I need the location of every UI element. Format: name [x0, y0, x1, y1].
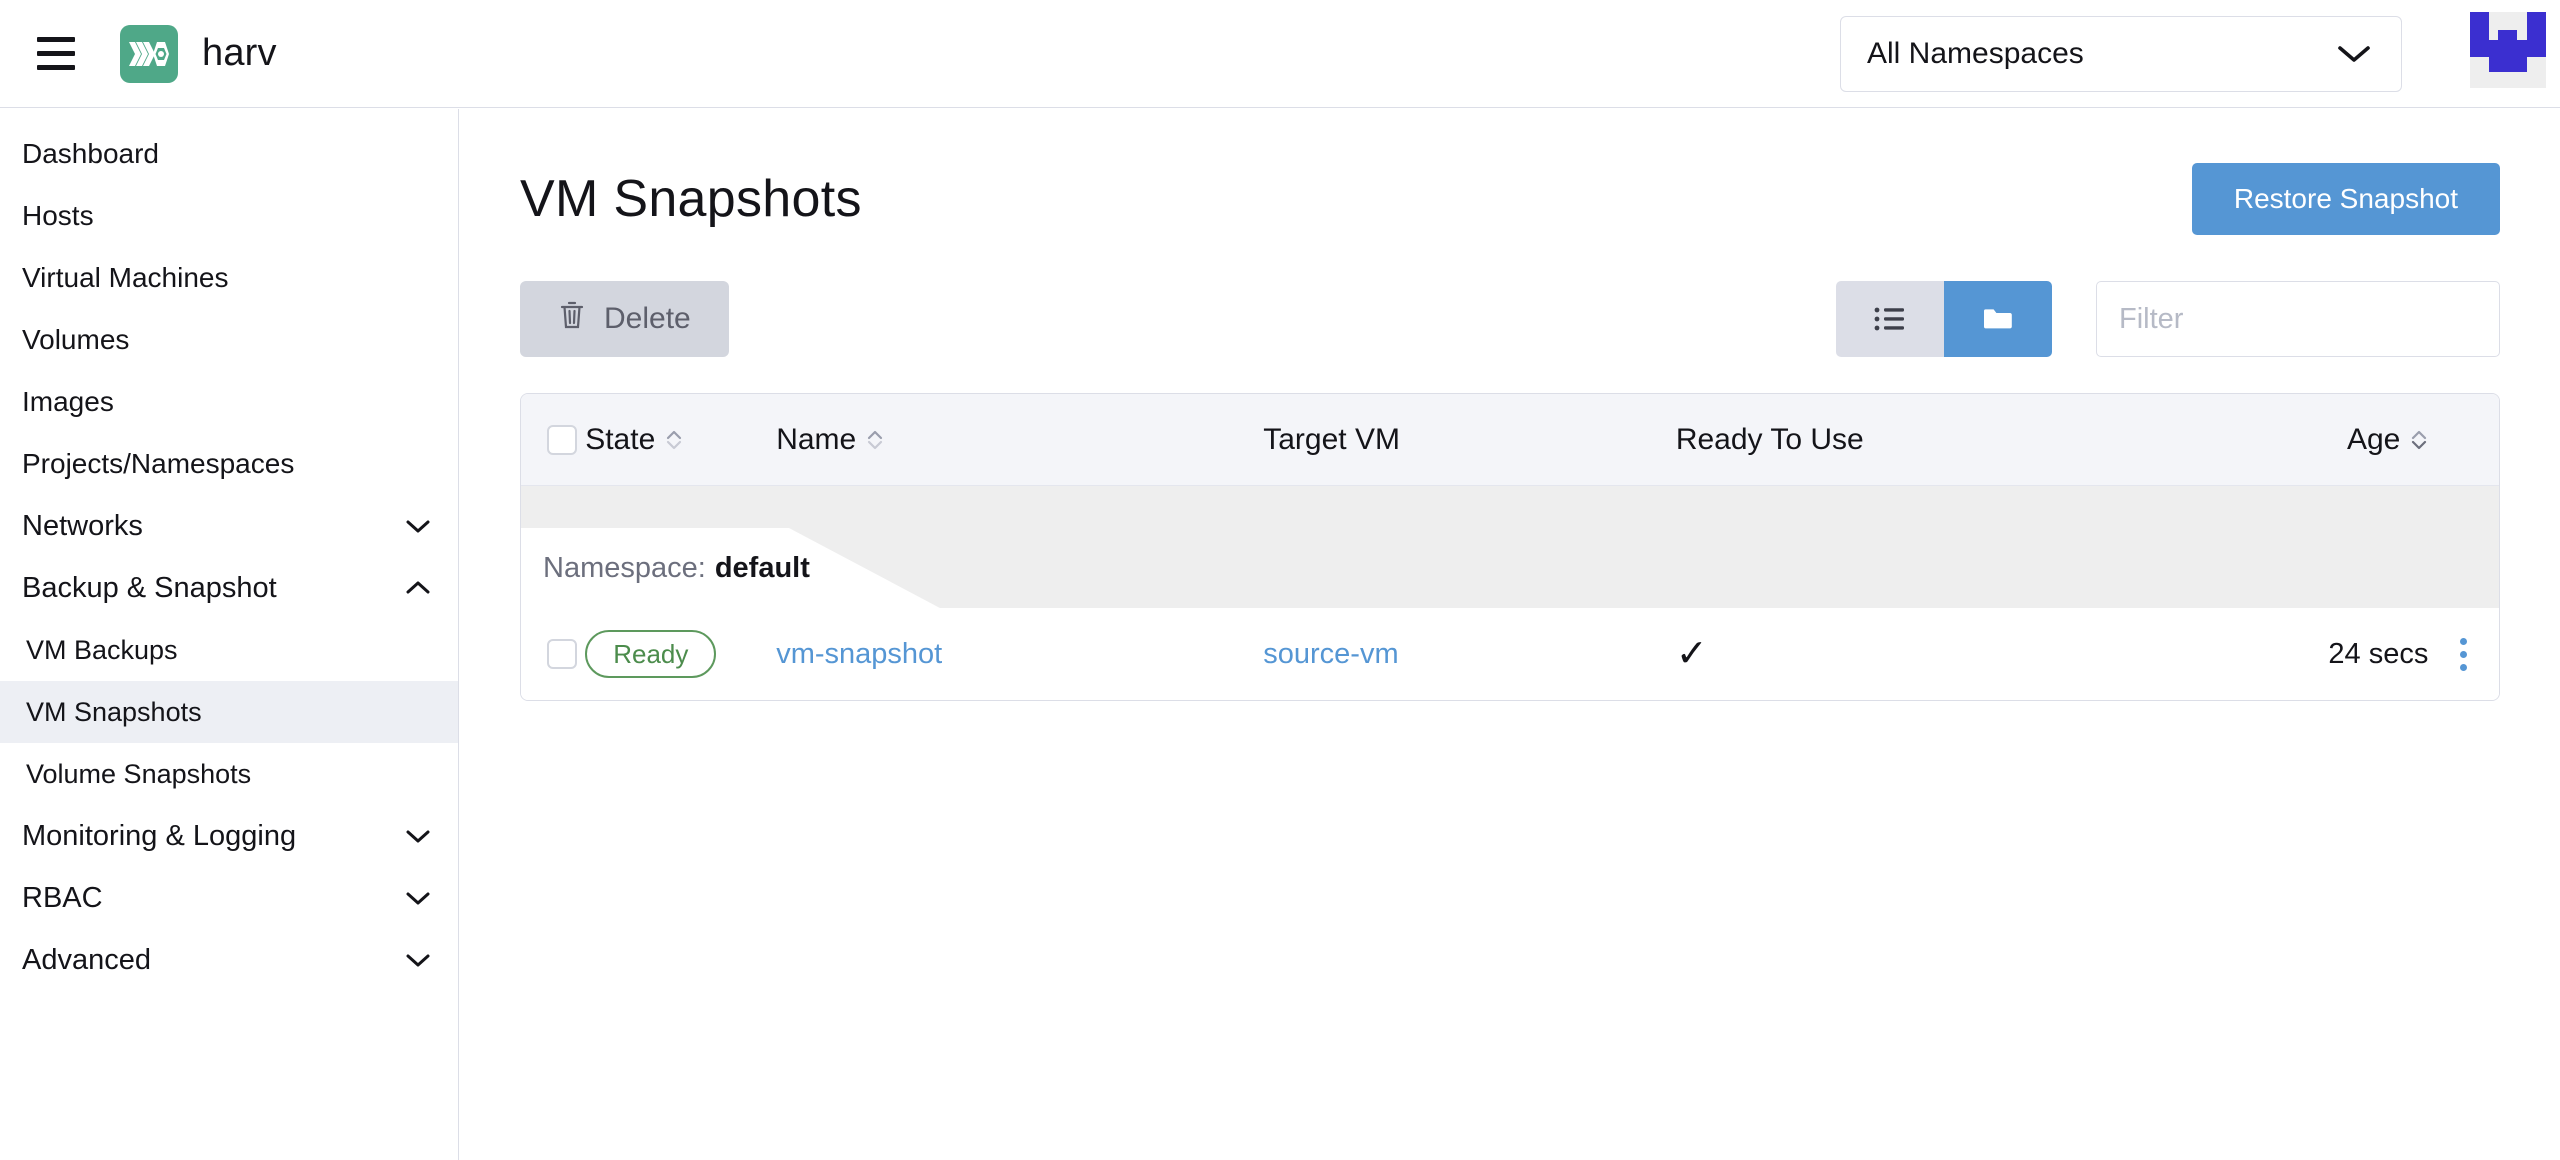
sidebar-item-hosts[interactable]: Hosts	[0, 185, 458, 247]
trash-icon	[558, 300, 586, 338]
select-all-checkbox[interactable]	[547, 425, 577, 455]
top-header: harv All Namespaces	[0, 0, 2560, 108]
sidebar-item-label: Backup & Snapshot	[22, 572, 404, 605]
chevron-down-icon	[404, 890, 432, 906]
page-header: VM Snapshots Restore Snapshot	[520, 159, 2500, 239]
namespace-group-label: Namespace:	[543, 552, 706, 585]
sidebar-item-projects-namespaces[interactable]: Projects/Namespaces	[0, 433, 458, 495]
sidebar-item-label: Advanced	[22, 944, 404, 977]
hamburger-bar	[37, 65, 75, 70]
list-view-icon[interactable]	[1836, 281, 1944, 357]
chevron-down-icon	[2337, 44, 2371, 64]
sort-icon	[2410, 429, 2428, 451]
sidebar-group-monitoring-logging[interactable]: Monitoring & Logging	[0, 805, 458, 867]
snapshots-table: State Name Target VM	[520, 393, 2500, 701]
sidebar-item-label: VM Snapshots	[26, 697, 432, 728]
sidebar-item-label: Images	[22, 386, 432, 418]
sidebar-group-backup-snapshot[interactable]: Backup & Snapshot	[0, 557, 458, 619]
sidebar-item-label: RBAC	[22, 882, 404, 915]
hamburger-bar	[37, 51, 75, 56]
namespace-group-tab: Namespace: default	[521, 528, 940, 608]
column-header-age[interactable]: Age	[2268, 423, 2428, 457]
filter-input[interactable]	[2096, 281, 2500, 357]
column-header-target-vm: Target VM	[1263, 423, 1676, 457]
sidebar-item-label: Networks	[22, 510, 404, 543]
sidebar-group-rbac[interactable]: RBAC	[0, 867, 458, 929]
column-header-label: Age	[2347, 423, 2400, 457]
namespace-group-value: default	[715, 552, 810, 585]
sidebar-item-label: Dashboard	[22, 138, 432, 170]
chevron-down-icon	[404, 828, 432, 844]
harvester-logo-icon	[120, 25, 178, 83]
chevron-down-icon	[404, 518, 432, 534]
sidebar-group-advanced[interactable]: Advanced	[0, 929, 458, 991]
main-content: VM Snapshots Restore Snapshot Delete	[460, 109, 2560, 1160]
namespace-select[interactable]: All Namespaces	[1840, 16, 2402, 92]
column-header-label: Name	[776, 423, 856, 457]
view-toggle-group	[1836, 281, 2052, 357]
sidebar-group-networks[interactable]: Networks	[0, 495, 458, 557]
page-title: VM Snapshots	[520, 169, 862, 229]
sort-icon	[665, 429, 683, 451]
column-header-label: Target VM	[1263, 423, 1400, 457]
row-cell-state: Ready	[585, 630, 776, 678]
row-select-checkbox[interactable]	[547, 639, 577, 669]
kebab-dot	[2460, 651, 2467, 658]
hamburger-menu-icon[interactable]	[30, 28, 82, 80]
row-cell-ready-to-use: ✓	[1676, 635, 2268, 673]
sidebar-item-label: VM Backups	[26, 635, 432, 666]
sidebar-item-label: Volume Snapshots	[26, 759, 432, 790]
brand-name: harv	[202, 32, 277, 75]
sidebar-item-label: Virtual Machines	[22, 262, 432, 294]
sidebar-item-images[interactable]: Images	[0, 371, 458, 433]
namespace-select-value: All Namespaces	[1867, 37, 2337, 71]
sort-icon	[866, 429, 884, 451]
sidebar-item-volumes[interactable]: Volumes	[0, 309, 458, 371]
folder-group-view-icon[interactable]	[1944, 281, 2052, 357]
toolbar-right-group	[1836, 281, 2500, 357]
sidebar-item-label: Monitoring & Logging	[22, 820, 404, 853]
select-all-cell	[521, 425, 585, 455]
sidebar-item-volume-snapshots[interactable]: Volume Snapshots	[0, 743, 458, 805]
namespace-group-band: Namespace: default	[521, 486, 2499, 608]
column-header-label: Ready To Use	[1676, 423, 1864, 457]
row-cell-actions	[2428, 632, 2499, 677]
brand[interactable]: harv	[120, 25, 277, 83]
sidebar-item-vm-backups[interactable]: VM Backups	[0, 619, 458, 681]
table-toolbar: Delete	[520, 281, 2500, 357]
chevron-down-icon	[404, 952, 432, 968]
column-header-label: State	[585, 423, 655, 457]
table-row[interactable]: Ready vm-snapshot source-vm ✓ 24 secs	[521, 608, 2499, 700]
sidebar-item-virtual-machines[interactable]: Virtual Machines	[0, 247, 458, 309]
delete-button[interactable]: Delete	[520, 281, 729, 357]
target-vm-link[interactable]: source-vm	[1263, 638, 1398, 670]
kebab-menu-icon[interactable]	[2454, 632, 2473, 677]
sidebar-item-label: Volumes	[22, 324, 432, 356]
sidebar-item-label: Projects/Namespaces	[22, 448, 432, 480]
row-cell-age: 24 secs	[2268, 638, 2428, 671]
row-cell-name: vm-snapshot	[776, 638, 1263, 671]
restore-snapshot-button[interactable]: Restore Snapshot	[2192, 163, 2500, 235]
sidebar-navigation: Dashboard Hosts Virtual Machines Volumes…	[0, 109, 459, 1160]
table-header-row: State Name Target VM	[521, 394, 2499, 486]
sidebar-item-dashboard[interactable]: Dashboard	[0, 123, 458, 185]
delete-button-label: Delete	[604, 302, 691, 336]
column-header-ready-to-use: Ready To Use	[1676, 423, 2268, 457]
check-icon: ✓	[1676, 633, 1708, 675]
row-cell-target-vm: source-vm	[1263, 638, 1676, 671]
kebab-dot	[2460, 664, 2467, 671]
chevron-up-icon	[404, 580, 432, 596]
column-header-state[interactable]: State	[585, 423, 776, 457]
status-badge: Ready	[585, 630, 716, 678]
kebab-dot	[2460, 638, 2467, 645]
snapshot-name-link[interactable]: vm-snapshot	[776, 638, 942, 670]
column-header-name[interactable]: Name	[776, 423, 1263, 457]
rancher-logo-icon[interactable]	[2470, 12, 2560, 96]
sidebar-item-label: Hosts	[22, 200, 432, 232]
age-value: 24 secs	[2328, 638, 2428, 671]
hamburger-bar	[37, 37, 75, 42]
sidebar-item-vm-snapshots[interactable]: VM Snapshots	[0, 681, 458, 743]
row-select-cell	[521, 639, 585, 669]
